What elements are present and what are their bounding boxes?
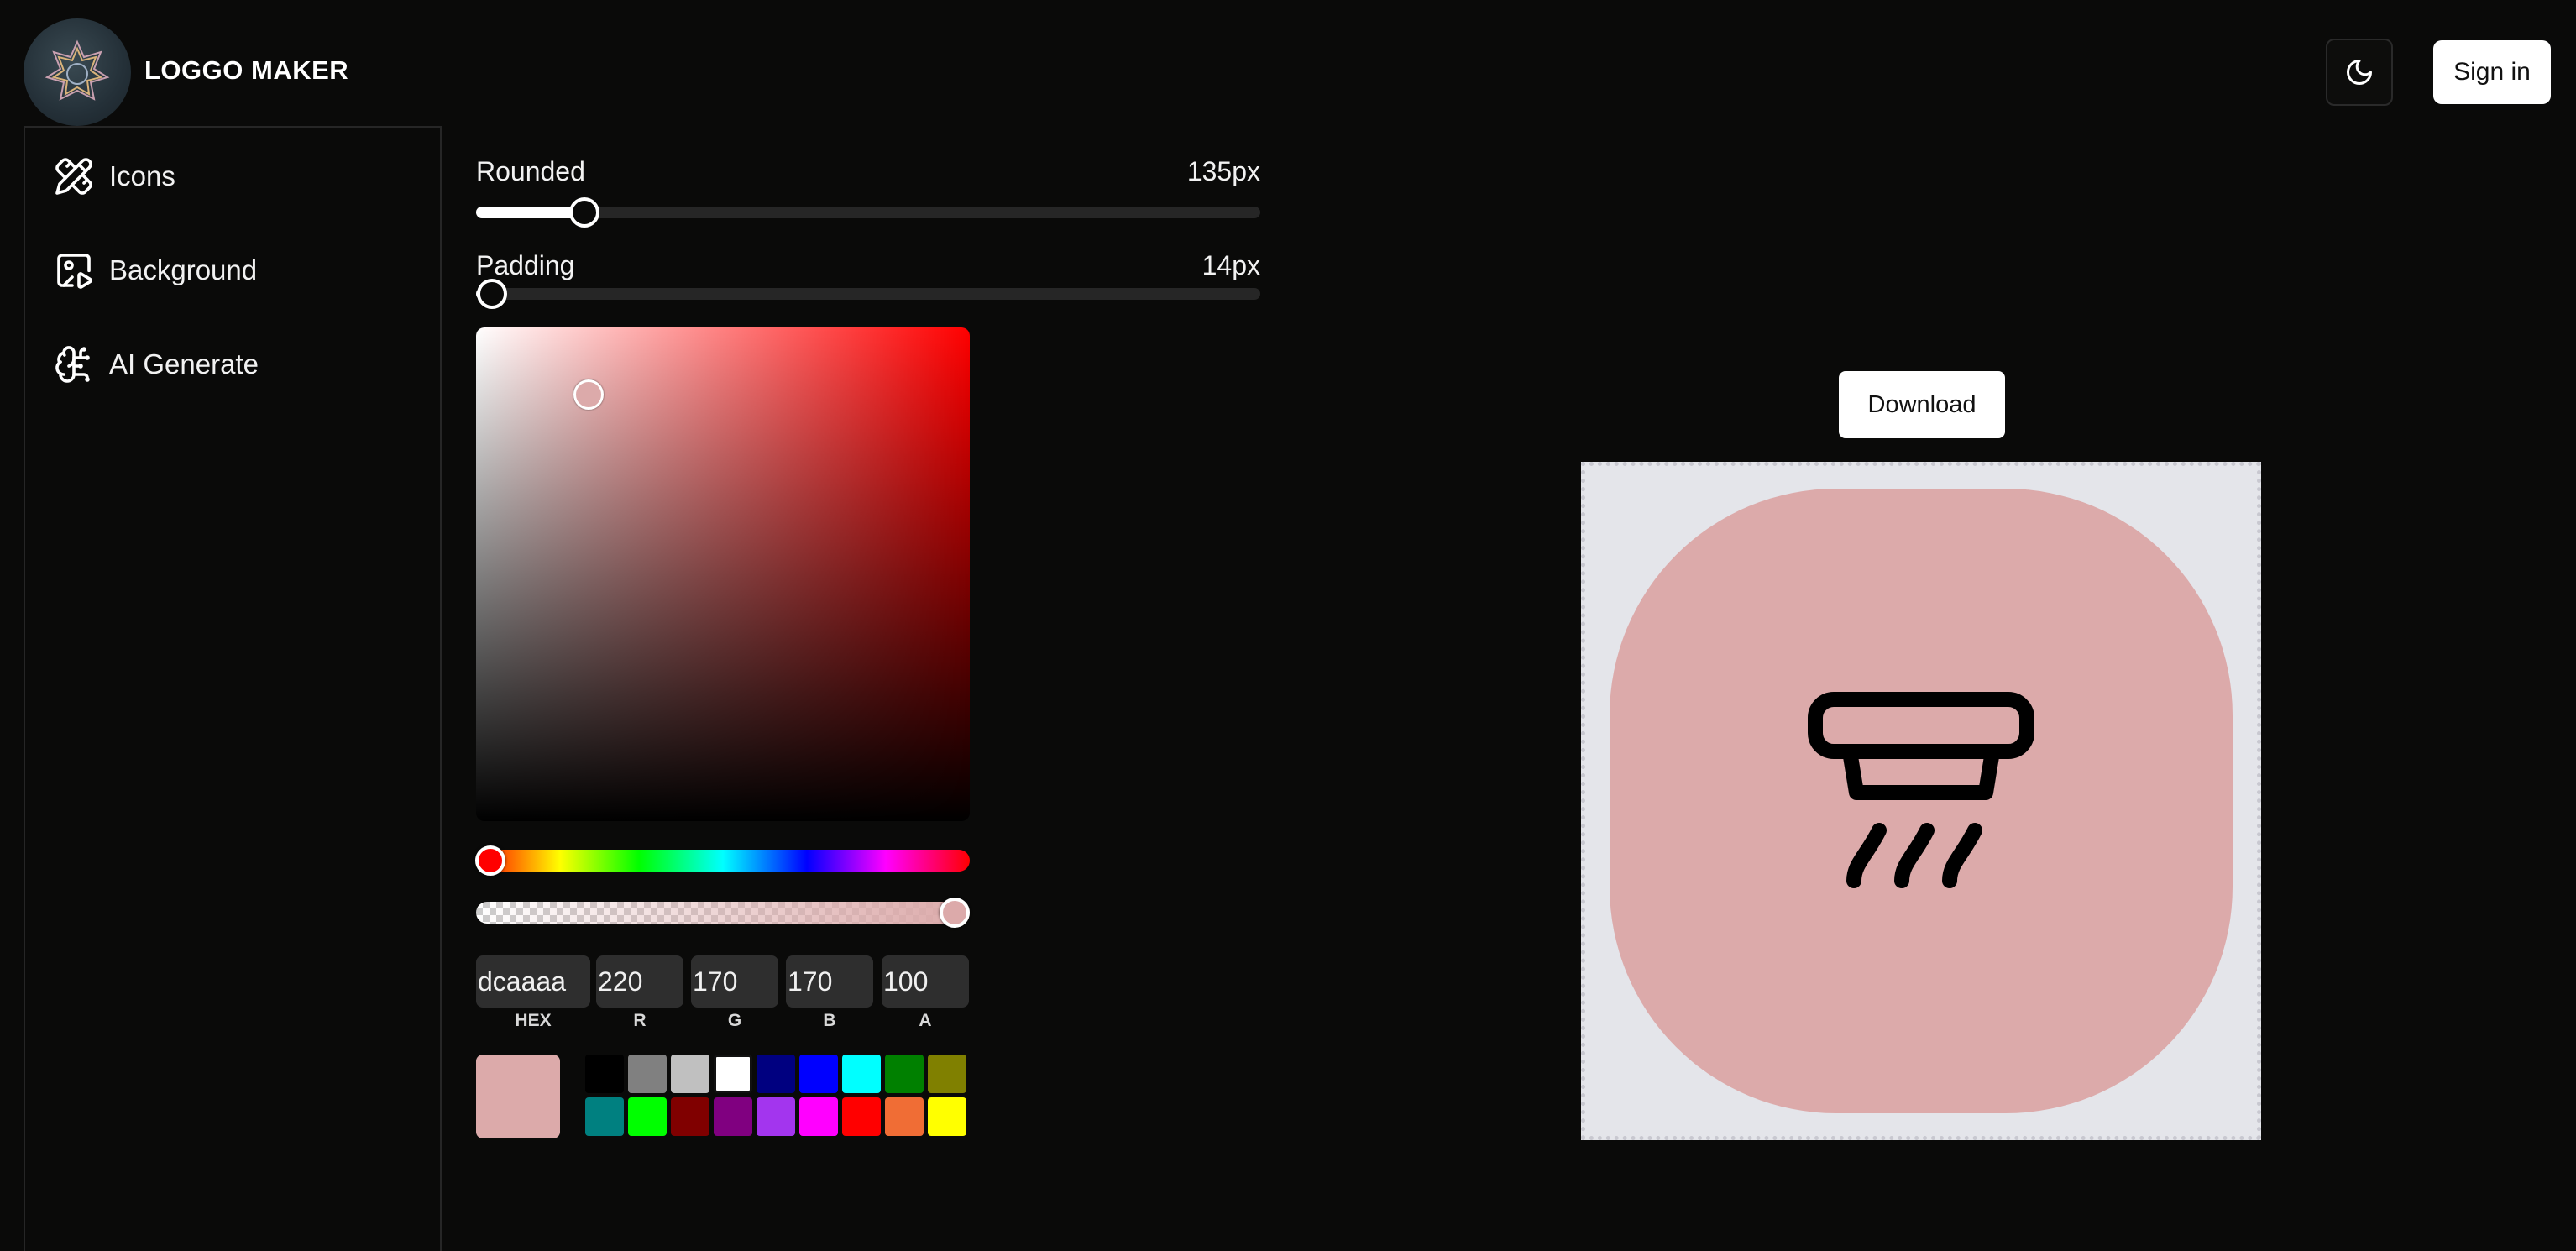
preset-swatch[interactable] [885, 1097, 924, 1136]
preset-swatch[interactable] [842, 1055, 881, 1093]
sidebar-item-icons[interactable]: Icons [54, 151, 175, 202]
saturation-picker[interactable] [476, 327, 970, 821]
preset-swatch[interactable] [671, 1097, 709, 1136]
saturation-cursor[interactable] [573, 379, 604, 410]
green-input[interactable] [691, 955, 778, 1008]
app-logo[interactable] [24, 18, 131, 126]
image-play-icon [57, 254, 92, 289]
pencil-ruler-icon [55, 158, 92, 195]
preset-swatch[interactable] [714, 1097, 752, 1136]
preset-swatch[interactable] [585, 1055, 624, 1093]
preset-swatch[interactable] [928, 1097, 966, 1136]
preset-swatch[interactable] [628, 1055, 667, 1093]
brain-circuit-icon [55, 346, 90, 383]
hex-input[interactable] [476, 955, 590, 1008]
rounded-slider-thumb[interactable] [569, 197, 599, 228]
preset-swatch[interactable] [757, 1097, 795, 1136]
sidebar: Icons Background AI Generate [24, 126, 442, 1251]
preset-swatch[interactable] [714, 1055, 752, 1093]
theme-toggle-button[interactable] [2326, 39, 2393, 106]
hue-slider[interactable] [476, 850, 970, 872]
sign-in-button[interactable]: Sign in [2433, 40, 2551, 104]
sidebar-item-background[interactable]: Background [54, 245, 257, 296]
sidebar-item-label: AI Generate [109, 348, 259, 379]
range-hood-icon [1808, 692, 2034, 888]
alpha-slider[interactable] [476, 902, 970, 924]
moon-icon [2347, 60, 2372, 85]
current-color-swatch [476, 1055, 560, 1138]
hue-slider-thumb[interactable] [475, 845, 505, 876]
star-logo-icon [45, 39, 110, 101]
preset-swatch[interactable] [799, 1097, 838, 1136]
preset-swatch[interactable] [671, 1055, 709, 1093]
sidebar-item-label: Background [109, 254, 258, 285]
blue-input[interactable] [786, 955, 873, 1008]
preset-swatch[interactable] [842, 1097, 881, 1136]
preset-swatch[interactable] [928, 1055, 966, 1093]
sidebar-item-ai-generate[interactable]: AI Generate [54, 339, 259, 390]
preset-swatch[interactable] [628, 1097, 667, 1136]
padding-slider-thumb[interactable] [477, 279, 507, 309]
sidebar-item-label: Icons [109, 160, 175, 191]
padding-value: 14px [1202, 250, 1260, 280]
preset-swatch[interactable] [885, 1055, 924, 1093]
red-label: R [633, 1011, 647, 1030]
padding-slider-track[interactable] [476, 288, 1260, 300]
alpha-input[interactable] [882, 955, 969, 1008]
download-button[interactable]: Download [1839, 371, 2005, 438]
red-input[interactable] [596, 955, 683, 1008]
preset-swatch[interactable] [799, 1055, 838, 1093]
rounded-value: 135px [1186, 156, 1260, 186]
rounded-label: Rounded [476, 156, 585, 186]
alpha-label: A [919, 1011, 932, 1030]
hex-label: HEX [515, 1011, 552, 1030]
preset-swatch[interactable] [757, 1055, 795, 1093]
padding-label: Padding [476, 250, 575, 280]
preset-swatch[interactable] [585, 1097, 624, 1136]
brand-name: LOGGO MAKER [144, 55, 349, 85]
blue-label: B [823, 1011, 836, 1030]
logo-preview [1610, 489, 2233, 1113]
alpha-slider-thumb[interactable] [940, 898, 970, 928]
green-label: G [727, 1011, 742, 1030]
